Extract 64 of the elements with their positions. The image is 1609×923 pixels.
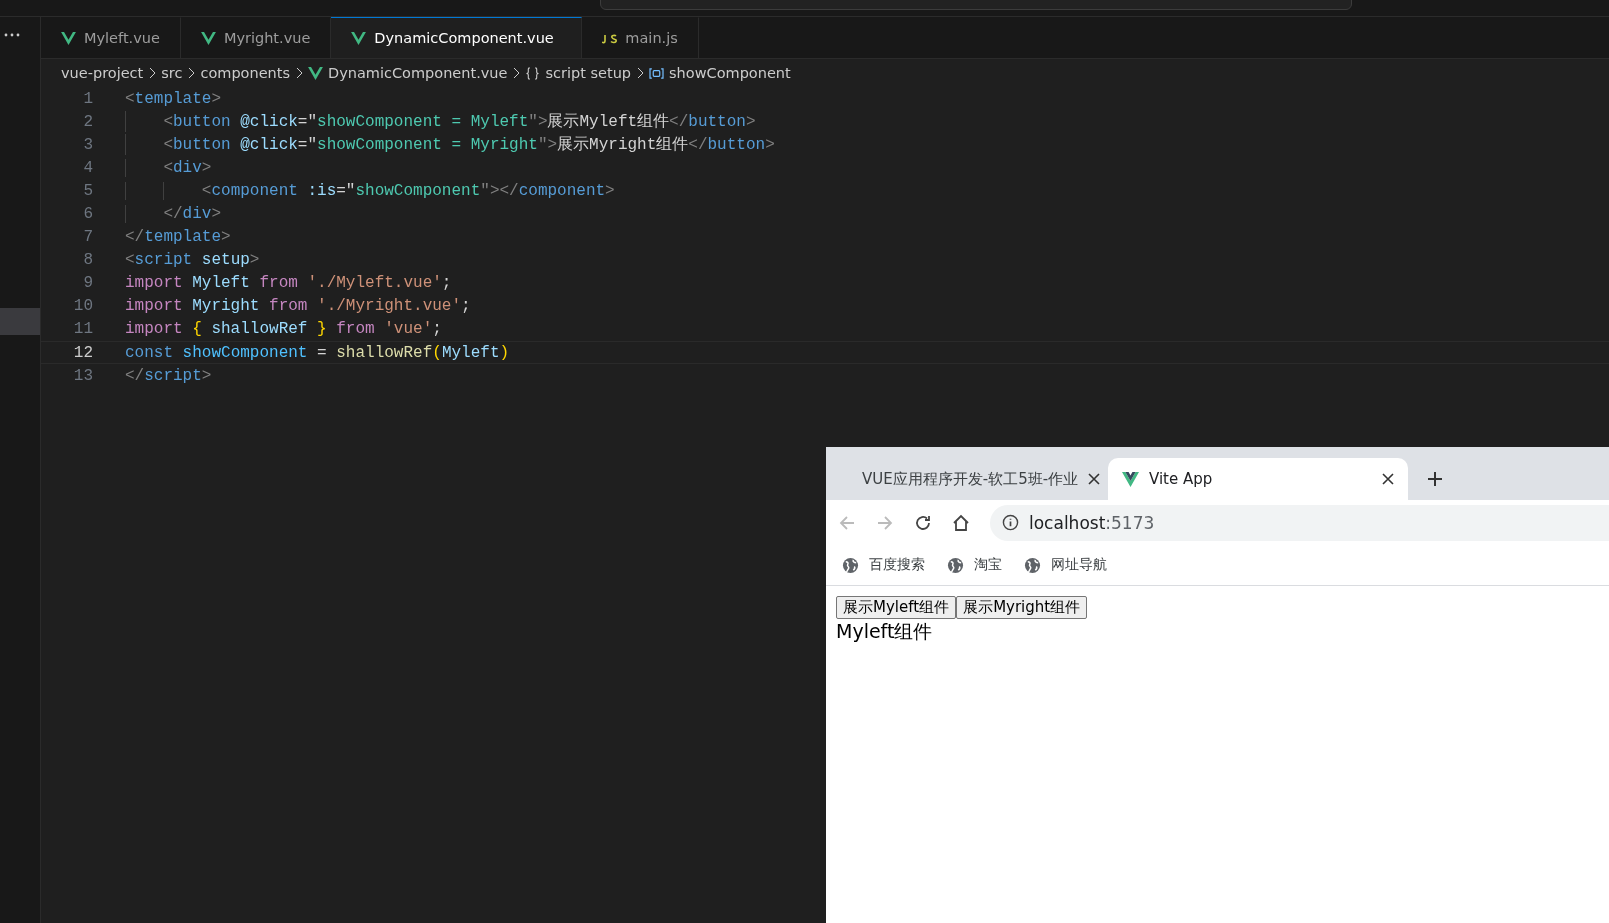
line-number: 8 bbox=[82, 251, 93, 270]
vue-icon bbox=[351, 31, 367, 45]
vue-icon bbox=[1122, 470, 1139, 488]
code-line: import Myleft from './Myleft.vue'; bbox=[125, 274, 452, 293]
page-button[interactable]: 展示Myright组件 bbox=[956, 596, 1088, 619]
page-button[interactable]: 展示Myleft组件 bbox=[836, 596, 957, 619]
code-line: <template> bbox=[125, 89, 222, 108]
code-line: <button @click="showComponent = Myright">展示Myright组件</button> bbox=[125, 134, 775, 156]
breadcrumb[interactable]: vue-project bbox=[61, 65, 144, 81]
code-line: const showComponent = shallowRef(Myleft) bbox=[125, 343, 510, 362]
chevron-icon bbox=[295, 67, 303, 79]
line-number: 2 bbox=[82, 112, 93, 131]
browser-tab[interactable]: Vite App bbox=[1108, 458, 1408, 500]
globe-icon bbox=[947, 556, 964, 574]
code-line: </script> bbox=[125, 366, 212, 385]
breadcrumb[interactable]: showComponent bbox=[669, 65, 791, 81]
line-number: 9 bbox=[82, 274, 93, 293]
home-icon[interactable] bbox=[952, 513, 970, 532]
chevron-icon bbox=[187, 67, 196, 79]
line-number: 10 bbox=[72, 297, 93, 316]
globe-icon bbox=[842, 556, 859, 574]
breadcrumb[interactable]: components bbox=[200, 65, 290, 81]
component-text: Myleft组件 bbox=[836, 619, 934, 644]
info-icon[interactable] bbox=[1002, 514, 1019, 531]
breadcrumb[interactable]: src bbox=[161, 65, 183, 81]
line-number: 1 bbox=[82, 89, 93, 108]
editor-tab[interactable]: DynamicComponent.vue bbox=[331, 17, 583, 58]
line-number: 13 bbox=[72, 366, 93, 385]
reload-icon[interactable] bbox=[914, 513, 932, 532]
breadcrumb[interactable]: DynamicComponent.vue bbox=[328, 65, 508, 81]
bookmark-link[interactable]: 网址导航 bbox=[1051, 556, 1107, 574]
breadcrumb[interactable]: script setup bbox=[545, 65, 632, 81]
chevron-icon bbox=[636, 67, 645, 79]
chevron-icon bbox=[512, 67, 521, 79]
vue-icon bbox=[308, 66, 323, 80]
code-line: </div> bbox=[125, 205, 222, 223]
bookmark-link[interactable]: 淘宝 bbox=[974, 556, 1002, 574]
more-icon[interactable] bbox=[4, 33, 20, 37]
close-icon[interactable] bbox=[1382, 473, 1394, 485]
globe-icon bbox=[1024, 556, 1041, 574]
vue-icon bbox=[200, 31, 216, 45]
browser-tab[interactable]: VUE应用程序开发-软工5班-作业 bbox=[838, 458, 1108, 500]
chevron-icon bbox=[148, 67, 157, 79]
line-number: 3 bbox=[82, 135, 93, 154]
code-line: </template> bbox=[125, 228, 231, 247]
code-line: <component :is="showComponent"></component> bbox=[125, 181, 615, 200]
code-line: <button @click="showComponent = Myleft">展示Myleft组件</button> bbox=[125, 111, 756, 133]
line-number: 12 bbox=[72, 343, 93, 362]
line-number: 7 bbox=[82, 228, 93, 247]
line-number: 5 bbox=[82, 181, 93, 200]
line-number: 6 bbox=[82, 205, 93, 223]
code-line: import { shallowRef } from 'vue'; bbox=[125, 320, 442, 339]
bookmark-link[interactable]: 百度搜索 bbox=[869, 556, 925, 574]
address-bar[interactable]: localhost:5173 bbox=[990, 504, 1609, 541]
vue-icon bbox=[61, 31, 76, 45]
code-line: <script setup> bbox=[125, 251, 260, 270]
line-number: 11 bbox=[72, 320, 93, 339]
braces-icon bbox=[525, 66, 541, 80]
variable-icon bbox=[649, 66, 665, 80]
new-tab-icon[interactable] bbox=[1426, 470, 1444, 488]
close-icon[interactable] bbox=[1088, 473, 1101, 485]
code-line: import Myright from './Myright.vue'; bbox=[125, 297, 471, 316]
code-line: <div> bbox=[125, 158, 212, 177]
line-number: 4 bbox=[82, 158, 93, 177]
